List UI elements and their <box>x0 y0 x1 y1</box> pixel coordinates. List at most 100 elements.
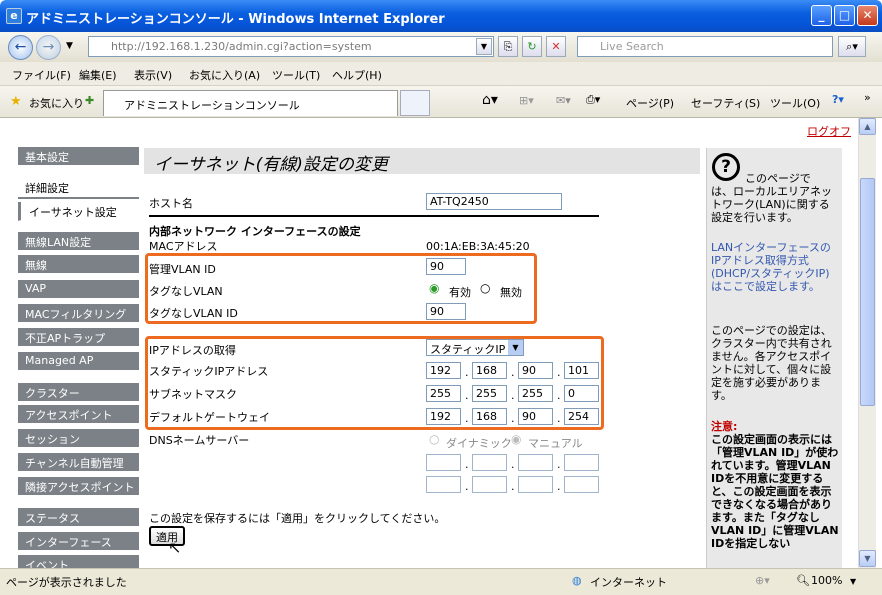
scroll-down-icon[interactable]: ▼ <box>859 550 876 567</box>
menu-favorites[interactable]: お気に入り(A) <box>189 67 260 83</box>
menu-edit[interactable]: 編集(E) <box>79 67 117 83</box>
help-icon[interactable]: ?▾ <box>832 93 844 106</box>
mac-label: MACアドレス <box>149 240 218 253</box>
window-title: アドミニストレーションコンソール - Windows Internet Expl… <box>26 12 445 27</box>
subnet-octet-4[interactable]: 0 <box>564 385 599 402</box>
mgmt-vlan-input[interactable]: 90 <box>426 258 466 275</box>
ip-mode-select[interactable]: スタティックIP ▼ <box>426 339 524 356</box>
menu-view[interactable]: 表示(V) <box>134 67 172 83</box>
sidebar-item-managed-ap[interactable]: Managed AP <box>18 352 139 371</box>
sidebar-item-vap[interactable]: VAP <box>18 280 139 299</box>
search-icon[interactable]: ⌕▾ <box>838 36 866 57</box>
enabled-label: 有効 <box>449 286 471 299</box>
stop-icon[interactable]: ✕ <box>546 36 566 57</box>
close-button[interactable]: ✕ <box>857 5 878 26</box>
maximize-button[interactable]: □ <box>834 5 855 26</box>
help-caution-title: 注意: <box>711 420 738 433</box>
hostname-label: ホスト名 <box>149 197 193 210</box>
sidebar-item-access-point[interactable]: アクセスポイント <box>18 405 139 424</box>
hostname-input[interactable]: AT-TQ2450 <box>426 193 562 210</box>
dns2-octet-3[interactable] <box>518 476 553 493</box>
home-icon[interactable]: ⌂▾ <box>482 92 498 108</box>
sidebar-item-basic[interactable]: 基本設定 <box>18 147 139 166</box>
sidebar-item-ethernet[interactable]: イーサネット設定 <box>18 202 139 221</box>
dns-dynamic-label: ダイナミック <box>446 437 512 450</box>
dns1-octet-2[interactable] <box>472 454 507 471</box>
logout-link[interactable]: ログオフ <box>807 123 851 139</box>
gateway-octet-3[interactable]: 90 <box>518 408 553 425</box>
divider <box>149 215 599 217</box>
sidebar-item-neighbor-ap[interactable]: 隣接アクセスポイント <box>18 477 139 496</box>
mail-icon[interactable]: ✉▾ <box>556 94 571 107</box>
sidebar-item-wlan[interactable]: 無線LAN設定 <box>18 232 139 251</box>
dns2-octet-1[interactable] <box>426 476 461 493</box>
compatibility-icon[interactable]: ⎘ <box>498 36 518 57</box>
back-button[interactable]: ← <box>8 35 33 60</box>
dns2-octet-4[interactable] <box>564 476 599 493</box>
vertical-scrollbar[interactable]: ▲ ▼ <box>858 118 876 568</box>
menu-file[interactable]: ファイル(F) <box>12 67 71 83</box>
help-caution-body: この設定画面の表示には「管理VLAN ID」が使われています。管理VLAN ID… <box>711 433 839 550</box>
address-dropdown-icon[interactable]: ▼ <box>476 38 492 55</box>
sidebar-item-session[interactable]: セッション <box>18 429 139 448</box>
menu-help[interactable]: ヘルプ(H) <box>332 67 382 83</box>
history-dropdown-icon[interactable]: ▼ <box>66 41 73 51</box>
scroll-thumb[interactable] <box>860 178 875 406</box>
subnet-octet-2[interactable]: 255 <box>472 385 507 402</box>
sidebar-item-mac-filter[interactable]: MACフィルタリング <box>18 304 139 323</box>
tab-admin-console[interactable]: アドミニストレーションコンソール <box>103 90 398 116</box>
dns2-octet-2[interactable] <box>472 476 507 493</box>
minimize-button[interactable]: _ <box>811 5 832 26</box>
globe-icon: ◍ <box>572 574 582 587</box>
zoom-icon[interactable]: 🔍︎ <box>796 574 810 587</box>
subnet-octet-1[interactable]: 255 <box>426 385 461 402</box>
gateway-octet-4[interactable]: 254 <box>564 408 599 425</box>
sidebar-item-event[interactable]: イベント <box>18 555 139 568</box>
sidebar-item-status[interactable]: ステータス <box>18 508 139 527</box>
protected-mode-icon[interactable]: ⊕▾ <box>755 574 770 587</box>
disabled-radio[interactable]: ○ <box>480 281 490 295</box>
sidebar-item-interface[interactable]: インターフェース <box>18 532 139 551</box>
menu-tools[interactable]: ツール(T) <box>272 67 320 83</box>
zone-text: インターネット <box>590 576 667 589</box>
dns-manual-radio[interactable]: ◉ <box>511 432 521 446</box>
help-intro-b: は、ローカルエリアネットワーク(LAN)に関する設定を行います。 <box>711 185 832 224</box>
zoom-level[interactable]: 100% <box>811 574 842 587</box>
help-p3: このページでの設定は、クラスター内で共有されません。各アクセスポイントに対して、… <box>711 324 832 402</box>
sidebar-item-rogue-ap[interactable]: 不正APトラップ <box>18 328 139 347</box>
refresh-icon[interactable]: ↻ <box>522 36 542 57</box>
chevron-right-icon[interactable]: » <box>864 91 871 104</box>
add-favorite-icon[interactable]: ✚ <box>85 94 94 107</box>
page-menu[interactable]: ページ(P) <box>626 95 674 111</box>
dns-dynamic-radio[interactable]: ○ <box>429 432 439 446</box>
static-ip-octet-2[interactable]: 168 <box>472 362 507 379</box>
feeds-icon[interactable]: ⊞▾ <box>519 94 534 107</box>
chevron-down-icon[interactable]: ▼ <box>508 340 523 355</box>
untagged-vlan-id-input[interactable]: 90 <box>426 303 466 320</box>
dns1-octet-4[interactable] <box>564 454 599 471</box>
address-bar[interactable]: http://192.168.1.230/admin.cgi?action=sy… <box>88 36 494 57</box>
favorites-button[interactable]: お気に入り <box>29 95 84 111</box>
sidebar-item-wireless[interactable]: 無線 <box>18 255 139 274</box>
enabled-radio[interactable]: ◉ <box>429 281 439 295</box>
cursor-icon: ↖ <box>168 538 182 557</box>
zoom-dropdown-icon[interactable]: ▼ <box>850 577 856 586</box>
subnet-octet-3[interactable]: 255 <box>518 385 553 402</box>
gateway-octet-1[interactable]: 192 <box>426 408 461 425</box>
static-ip-octet-3[interactable]: 90 <box>518 362 553 379</box>
new-tab-button[interactable] <box>400 90 430 116</box>
search-input[interactable]: Live Search <box>577 36 833 57</box>
dns1-octet-1[interactable] <box>426 454 461 471</box>
gateway-octet-2[interactable]: 168 <box>472 408 507 425</box>
tools-menu[interactable]: ツール(O) <box>770 95 820 111</box>
static-ip-octet-4[interactable]: 101 <box>564 362 599 379</box>
static-ip-octet-1[interactable]: 192 <box>426 362 461 379</box>
safety-menu[interactable]: セーフティ(S) <box>691 95 760 111</box>
sidebar-item-advanced[interactable]: 詳細設定 <box>18 178 139 197</box>
dns1-octet-3[interactable] <box>518 454 553 471</box>
forward-button[interactable]: → <box>36 35 61 60</box>
print-icon[interactable]: ⎙▾ <box>586 93 600 107</box>
sidebar-item-auto-channel[interactable]: チャンネル自動管理 <box>18 453 139 472</box>
scroll-up-icon[interactable]: ▲ <box>859 118 876 135</box>
sidebar-item-cluster[interactable]: クラスター <box>18 383 139 402</box>
